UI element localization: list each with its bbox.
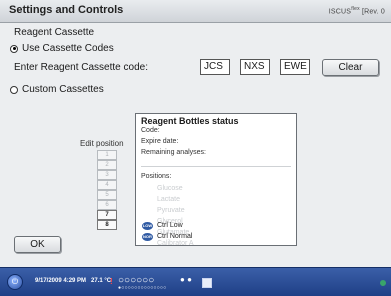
edit-position-4[interactable]: 4	[97, 180, 117, 190]
status-divider	[141, 166, 291, 167]
tray-icon-1: ●	[180, 275, 185, 284]
alert-icon: !	[110, 277, 113, 286]
use-cassette-codes-label: Use Cassette Codes	[22, 43, 114, 54]
edit-position-8[interactable]: 8	[97, 220, 117, 230]
power-icon[interactable]: ⏻	[7, 274, 23, 290]
code-input-2[interactable]: NXS	[240, 59, 270, 75]
position-item-ctrl-normal: Ctrl Normal	[157, 233, 193, 240]
edit-position-2[interactable]: 2	[97, 160, 117, 170]
taskbar-date: 9/17/2009 4:29 PM	[35, 278, 87, 284]
status-expire: Expire date:	[141, 138, 179, 145]
ctrl-normal-icon: NOR	[142, 233, 153, 241]
position-item-3: Pyruvate	[157, 207, 185, 214]
code-label: Enter Reagent Cassette code:	[14, 62, 148, 73]
position-item-1: Glucose	[157, 185, 183, 192]
edit-position-5[interactable]: 5	[97, 190, 117, 200]
status-title: Reagent Bottles status	[141, 116, 239, 126]
clear-button[interactable]: Clear	[322, 59, 379, 76]
edit-position-label: Edit position	[80, 139, 124, 148]
edit-position-1[interactable]: 1	[97, 150, 117, 160]
edit-position-3[interactable]: 3	[97, 170, 117, 180]
status-code: Code:	[141, 127, 160, 134]
grid-icon[interactable]	[202, 278, 212, 288]
brand-label: ISCUSflex [Rev. 0	[329, 6, 385, 15]
section-title: Reagent Cassette	[14, 27, 95, 38]
content-area: Reagent Cassette Use Cassette Codes Ente…	[0, 23, 391, 267]
sample-status-dots: ●○○○○○○○○○○○○○○	[118, 285, 167, 291]
position-item-2: Lactate	[157, 196, 180, 203]
positions-label: Positions:	[141, 173, 172, 180]
code-input-3[interactable]: EWE	[280, 59, 310, 75]
custom-cassettes-label: Custom Cassettes	[22, 84, 104, 95]
status-remaining: Remaining analyses:	[141, 149, 206, 156]
ok-button[interactable]: OK	[14, 236, 61, 253]
window-title: Settings and Controls	[9, 4, 124, 16]
radio-icon	[10, 85, 18, 94]
edit-position-6[interactable]: 6	[97, 200, 117, 210]
brand-rev: [Rev. 0	[361, 8, 385, 16]
use-cassette-codes-option[interactable]: Use Cassette Codes	[10, 43, 114, 54]
brand-name: ISCUS	[328, 8, 352, 16]
position-item-ctrl-low: Ctrl Low	[157, 222, 183, 229]
status-indicator-icon	[380, 280, 386, 286]
edit-position-7[interactable]: 7	[97, 210, 117, 220]
custom-cassettes-option[interactable]: Custom Cassettes	[10, 84, 104, 95]
brand-sup: flex	[351, 6, 360, 12]
code-input-1[interactable]: JCS	[200, 59, 230, 75]
tray-icons: ● ●	[180, 275, 192, 284]
title-bar: Settings and Controls ISCUSflex [Rev. 0	[0, 0, 391, 23]
radio-selected-icon	[10, 44, 18, 53]
ctrl-low-icon: LOW	[142, 222, 153, 230]
taskbar: ⏻ 9/17/2009 4:29 PM 27.1 °C ! ○○○○○○ ●○○…	[0, 267, 391, 296]
tray-icon-2: ●	[187, 275, 192, 284]
position-item-6: Calibrator A	[157, 240, 194, 247]
taskbar-temperature: 27.1 °C	[91, 278, 112, 284]
reagent-status-panel: Reagent Bottles status Code: Expire date…	[135, 113, 297, 247]
